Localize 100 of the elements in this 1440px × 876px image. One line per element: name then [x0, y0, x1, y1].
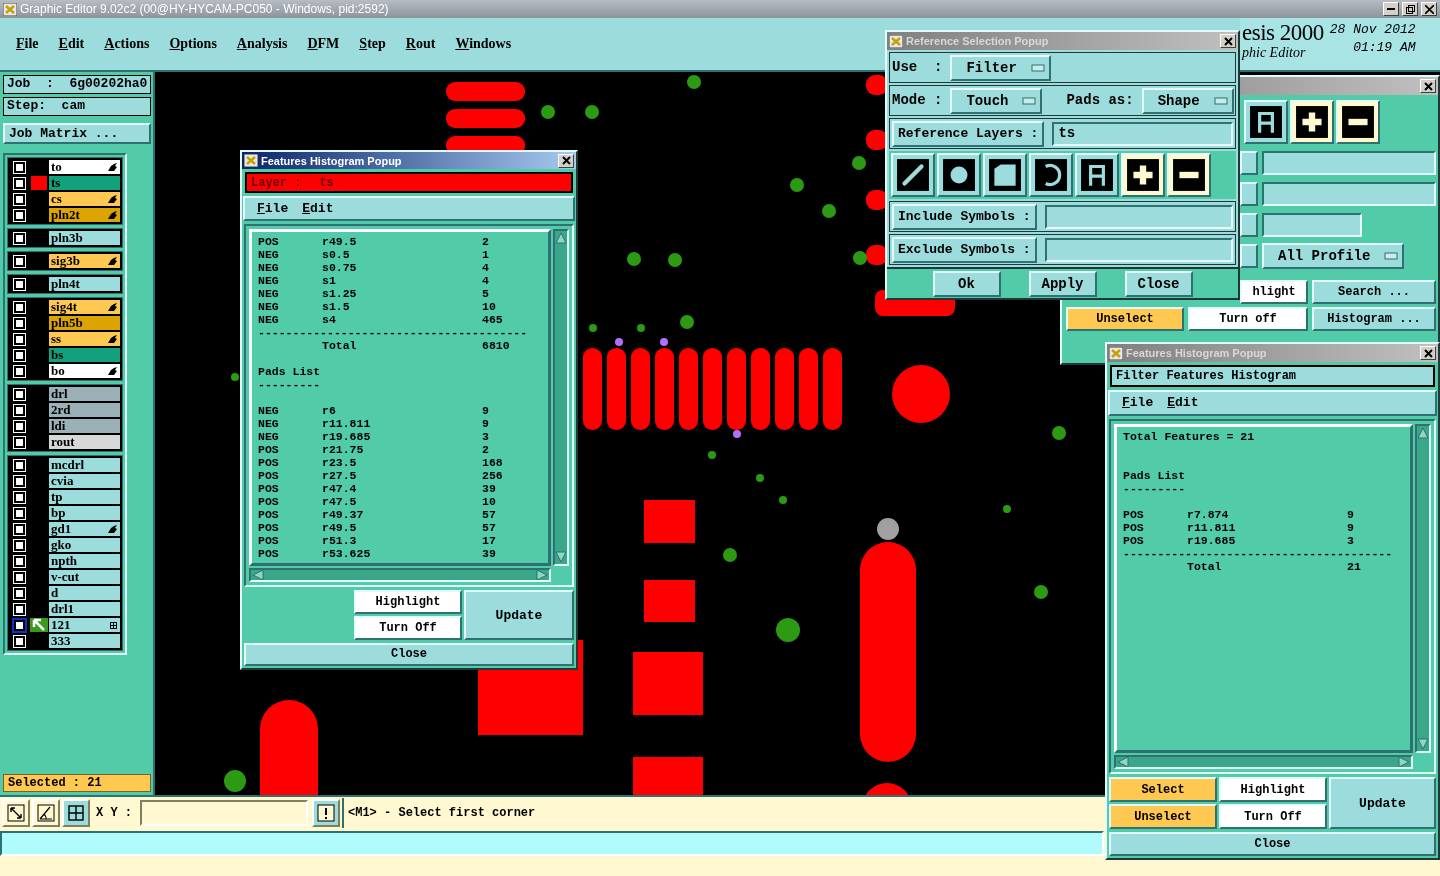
- scroll-down-icon[interactable]: [1417, 738, 1429, 750]
- menu-item[interactable]: Edit: [302, 201, 334, 217]
- measure-button[interactable]: [32, 799, 60, 827]
- menu-item[interactable]: Windows: [445, 36, 522, 52]
- action-button[interactable]: Turn off: [1188, 307, 1308, 331]
- action-button[interactable]: Search ...: [1312, 280, 1436, 304]
- action-button[interactable]: Highlight: [354, 590, 462, 615]
- tool-button[interactable]: [937, 153, 981, 197]
- layer-bar[interactable]: pln2t: [49, 208, 120, 222]
- layer-bar[interactable]: rout: [49, 435, 120, 449]
- menu-item[interactable]: DFM: [297, 36, 350, 52]
- reference-layers-button[interactable]: Reference Layers :: [892, 120, 1045, 147]
- dialog-button[interactable]: Ok: [932, 270, 1001, 297]
- layer-checkbox[interactable]: [14, 365, 25, 377]
- close-button[interactable]: Close: [1109, 832, 1436, 856]
- scroll-right-icon[interactable]: [1398, 757, 1410, 767]
- include-symbols-field[interactable]: [1044, 204, 1233, 229]
- layer-checkbox[interactable]: [14, 436, 25, 448]
- exclude-symbols-field[interactable]: [1044, 237, 1233, 262]
- layer-bar[interactable]: bo: [49, 364, 120, 378]
- layer-bar[interactable]: bs: [49, 348, 120, 362]
- layer-bar[interactable]: sig4t: [49, 300, 120, 314]
- mode-dropdown[interactable]: Touch: [950, 87, 1043, 114]
- layer-checkbox[interactable]: [14, 161, 25, 173]
- layer-bar[interactable]: ss: [49, 332, 120, 346]
- menu-item[interactable]: Rout: [395, 36, 446, 52]
- menu-item[interactable]: Edit: [48, 36, 95, 52]
- action-button[interactable]: Select: [1109, 777, 1217, 802]
- maximize-button[interactable]: [1402, 2, 1418, 16]
- layer-checkbox[interactable]: [14, 333, 25, 345]
- use-dropdown[interactable]: Filter: [950, 54, 1051, 81]
- action-button[interactable]: hlight: [1240, 280, 1308, 304]
- layer-bar[interactable]: pln4t: [49, 277, 120, 291]
- layer-bar[interactable]: sig3b: [49, 254, 120, 268]
- layer-checkbox[interactable]: [14, 555, 25, 567]
- layer-checkbox[interactable]: [14, 420, 25, 432]
- layer-checkbox[interactable]: [14, 507, 25, 519]
- layer-checkbox[interactable]: [14, 317, 25, 329]
- dialog-button[interactable]: Close: [1124, 270, 1193, 297]
- tool-button[interactable]: [1075, 153, 1119, 197]
- tool-button[interactable]: [1167, 153, 1211, 197]
- scroll-up-icon[interactable]: [555, 232, 567, 245]
- close-button[interactable]: [1420, 346, 1436, 360]
- text-field[interactable]: [1262, 151, 1436, 175]
- layer-bar[interactable]: tp: [49, 490, 120, 504]
- layer-bar[interactable]: gko: [49, 538, 120, 552]
- action-button[interactable]: Histogram ...: [1312, 307, 1436, 331]
- update-button[interactable]: Update: [464, 590, 574, 640]
- action-button[interactable]: Turn Off: [354, 616, 462, 640]
- action-button[interactable]: Turn Off: [1219, 804, 1327, 829]
- layer-checkbox[interactable]: [14, 603, 25, 615]
- include-symbols-button[interactable]: Include Symbols :: [892, 203, 1037, 230]
- layer-bar[interactable]: cs: [49, 192, 120, 206]
- layer-checkbox[interactable]: [14, 459, 25, 471]
- layer-checkbox[interactable]: [14, 193, 25, 205]
- xy-input-field[interactable]: [140, 800, 308, 826]
- dialog-button[interactable]: Apply: [1028, 270, 1097, 297]
- layer-bar[interactable]: mcdrl: [49, 458, 120, 472]
- layer-bar[interactable]: v-cut: [49, 570, 120, 584]
- layer-checkbox[interactable]: [14, 278, 25, 290]
- tool-button[interactable]: [1336, 100, 1380, 144]
- layer-checkbox[interactable]: [14, 635, 25, 647]
- layer-checkbox[interactable]: [14, 523, 25, 535]
- profile-dropdown[interactable]: All Profile: [1262, 243, 1405, 269]
- layer-bar[interactable]: cvia: [49, 474, 120, 488]
- layer-checkbox[interactable]: [14, 404, 25, 416]
- alert-button[interactable]: [312, 799, 340, 827]
- tool-button[interactable]: [1121, 153, 1165, 197]
- layer-checkbox[interactable]: [14, 491, 25, 503]
- layer-checkbox[interactable]: [14, 232, 25, 244]
- action-button[interactable]: Unselect: [1066, 307, 1184, 331]
- layer-bar[interactable]: pln3b: [49, 231, 120, 245]
- action-button[interactable]: Highlight: [1219, 777, 1327, 802]
- job-matrix-button[interactable]: Job Matrix ...: [3, 123, 151, 144]
- scroll-left-icon[interactable]: [1117, 757, 1129, 767]
- minimize-button[interactable]: [1383, 2, 1399, 16]
- tool-button[interactable]: [1290, 100, 1334, 144]
- text-field[interactable]: [1262, 182, 1436, 206]
- layer-checkbox[interactable]: [14, 177, 25, 189]
- grid-button[interactable]: [62, 799, 90, 827]
- layer-bar[interactable]: ts: [49, 176, 120, 190]
- layer-checkbox[interactable]: [14, 475, 25, 487]
- layer-checkbox[interactable]: [14, 539, 25, 551]
- layer-bar[interactable]: bp: [49, 506, 120, 520]
- layer-bar[interactable]: 121: [49, 618, 120, 632]
- layer-checkbox[interactable]: [14, 587, 25, 599]
- action-button[interactable]: Unselect: [1109, 804, 1217, 829]
- close-button[interactable]: [558, 153, 574, 168]
- close-button[interactable]: [1421, 2, 1437, 16]
- layer-bar[interactable]: ldi: [49, 419, 120, 433]
- layer-checkbox[interactable]: [14, 349, 25, 361]
- reference-layers-field[interactable]: ts: [1052, 121, 1233, 146]
- layer-checkbox[interactable]: [14, 255, 25, 267]
- close-button[interactable]: [1420, 79, 1436, 93]
- tool-button[interactable]: [1244, 100, 1288, 144]
- menu-item[interactable]: Edit: [1167, 395, 1199, 411]
- menu-item[interactable]: Analysis: [226, 36, 298, 52]
- menu-item[interactable]: File: [6, 36, 49, 52]
- zoom-fit-button[interactable]: [2, 799, 30, 827]
- scroll-down-icon[interactable]: [555, 551, 567, 564]
